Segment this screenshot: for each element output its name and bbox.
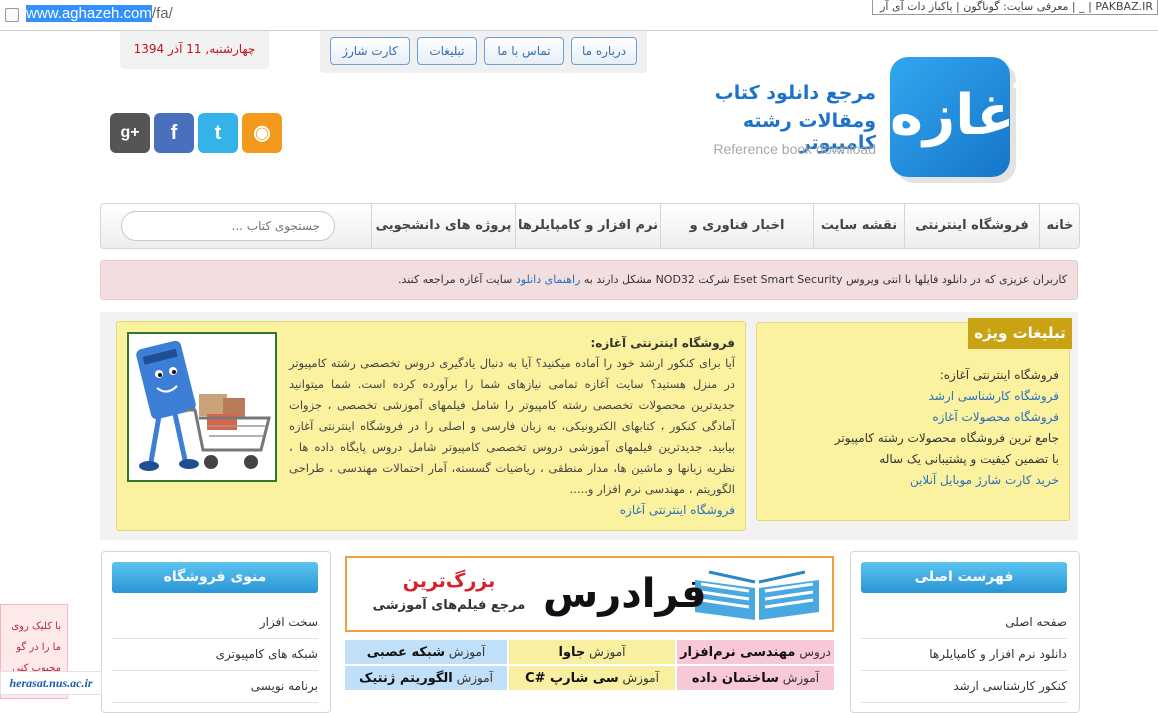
banner-line-1: بزرگ‌ترین — [402, 570, 496, 592]
course-link[interactable]: دروس مهندسی نرم‌افزار — [677, 640, 834, 664]
notice-text: کاربران عزیزی که در دانلود فایلها با انت… — [398, 273, 1067, 286]
course-link[interactable]: آموزش ساختمان داده — [677, 666, 834, 690]
ad-line-4: جامع ترین فروشگاه محصولات رشته کامپیوتر — [834, 431, 1059, 445]
url-text[interactable]: www.aghazeh.com/fa/ — [26, 5, 173, 22]
course-prefix: آموزش — [456, 671, 493, 685]
course-link[interactable]: آموزش شبکه عصبی — [345, 640, 507, 664]
nav-site-map[interactable]: نقشه سایت — [813, 204, 904, 248]
shop-cart-image[interactable] — [127, 332, 277, 482]
shop-menu-item-programming[interactable]: برنامه نویسی — [112, 670, 318, 703]
main-menu-item-software[interactable]: دانلود نرم افزار و کامپایلرها — [861, 638, 1067, 671]
main-menu-item-masters-exam[interactable]: کنکور کارشناسی ارشد — [861, 670, 1067, 703]
shop-menu-item-networks[interactable]: شبکه های کامپیوتری — [112, 638, 318, 671]
page-icon — [5, 8, 19, 22]
faradars-brand: فرادرس — [543, 571, 707, 617]
course-name: الگوریتم ژنتیک — [359, 671, 453, 686]
faradars-banner[interactable]: فرادرس بزرگ‌ترین مرجع فیلم‌های آموزشی — [345, 556, 834, 632]
notice-after: سایت آغازه مراجعه کنند. — [398, 273, 513, 286]
popup-line-1: با کلیک روی — [11, 621, 61, 632]
shop-description: آیا برای کنکور ارشد خود را آماده میکنید؟… — [289, 356, 735, 496]
main-menu-item-home[interactable]: صفحه اصلی — [861, 606, 1067, 639]
popup-line-2: ما را در گو — [16, 642, 61, 653]
shop-menu-item-hardware[interactable]: سخت افزار — [112, 606, 318, 639]
main-menu-heading: فهرست اصلی — [861, 562, 1067, 593]
course-name: شبکه عصبی — [366, 645, 445, 660]
banner-line-2: مرجع فیلم‌های آموزشی — [372, 598, 526, 613]
logo-text: آغازه — [890, 83, 1034, 148]
course-link[interactable]: آموزش جاوا — [509, 640, 675, 664]
course-link[interactable]: آموزش سی شارپ #C — [509, 666, 675, 690]
url-selected: www.aghazeh.com — [26, 5, 152, 22]
notice-before: کاربران عزیزی که در دانلود فایلها با انت… — [583, 273, 1067, 286]
url-path: /fa/ — [151, 5, 173, 22]
contact-us-button[interactable]: تماس با ما — [484, 37, 564, 65]
shop-menu-heading: منوی فروشگاه — [112, 562, 318, 593]
main-menu: فهرست اصلی صفحه اصلی دانلود نرم افزار و … — [850, 551, 1080, 713]
facebook-icon[interactable]: f — [154, 113, 194, 153]
special-ads-panel: فروشگاه اینترنتی آغازه: فروشگاه کارشناسی… — [756, 322, 1070, 521]
course-prefix: آموزش — [589, 645, 626, 659]
browser-address-bar[interactable]: www.aghazeh.com/fa/ PAKBAZ.IR | _ | معرف… — [0, 0, 1158, 31]
nav-online-shop[interactable]: فروشگاه اینترنتی — [904, 204, 1039, 248]
current-date: چهارشنبه, 11 آذر 1394 — [133, 42, 256, 56]
window-title: PAKBAZ.IR | _ | معرفی سایت: گوناگون | پا… — [872, 0, 1158, 15]
course-prefix: آموزش — [622, 671, 659, 685]
course-link[interactable]: آموزش الگوریتم ژنتیک — [345, 666, 507, 690]
tagline-line-1: مرجع دانلود کتاب — [714, 82, 876, 104]
watermark: herasat.nus.ac.ir — [0, 671, 102, 695]
rss-icon[interactable]: ◉ — [242, 113, 282, 153]
advertising-button[interactable]: تبلیغات — [417, 37, 477, 65]
date-box: چهارشنبه, 11 آذر 1394 — [120, 31, 269, 69]
nav-software[interactable]: نرم افزار و کامپایلرها — [515, 204, 660, 248]
book-logo-icon — [695, 570, 819, 620]
top-nav: درباره ما تماس با ما تبلیغات کارت شارژ — [320, 31, 647, 73]
course-name: ساختمان داده — [691, 671, 779, 686]
nav-tech-news[interactable]: اخبار فناوری و اطلاعات — [660, 204, 813, 277]
course-name: سی شارپ #C — [525, 671, 619, 686]
ad-link-masters-shop[interactable]: فروشگاه کارشناسی ارشد — [929, 389, 1059, 403]
site-logo[interactable]: آغازه — [890, 57, 1034, 177]
nav-student-projects[interactable]: پروژه های دانشجویی — [371, 204, 515, 248]
shop-promo-panel: فروشگاه اینترنتی آغازه: آیا برای کنکور ا… — [116, 321, 746, 531]
download-guide-link[interactable]: راهنمای دانلود — [516, 273, 581, 286]
nav-home[interactable]: خانه — [1039, 204, 1080, 248]
book-search-input[interactable] — [121, 211, 335, 241]
course-links-grid: دروس مهندسی نرم‌افزار آموزش جاوا آموزش ش… — [345, 640, 834, 700]
tagline-english: Reference book download — [713, 141, 876, 157]
course-prefix: آموزش — [448, 645, 486, 659]
course-prefix: آموزش — [782, 671, 820, 685]
shop-link[interactable]: فروشگاه اینترنتی آغازه — [620, 503, 735, 517]
about-us-button[interactable]: درباره ما — [571, 37, 637, 65]
ad-line-1: فروشگاه اینترنتی آغازه: — [939, 368, 1059, 382]
course-name: مهندسی نرم‌افزار — [680, 645, 796, 660]
shop-title: فروشگاه اینترنتی آغازه: — [590, 336, 735, 350]
ad-line-5: با تضمین کیفیت و پشتیبانی یک ساله — [879, 452, 1059, 466]
twitter-icon[interactable]: t — [198, 113, 238, 153]
course-name: جاوا — [558, 645, 586, 660]
shopping-cart-icon — [136, 340, 271, 471]
google-plus-icon[interactable]: g+ — [110, 113, 150, 153]
shop-menu: منوی فروشگاه سخت افزار شبکه های کامپیوتر… — [101, 551, 331, 713]
special-ads-heading: تبلیغات ویژه — [968, 318, 1072, 349]
ad-link-charge-card[interactable]: خرید کارت شارژ موبایل آنلاین — [910, 473, 1059, 487]
download-notice: کاربران عزیزی که در دانلود فایلها با انت… — [100, 260, 1078, 300]
charge-card-button[interactable]: کارت شارژ — [330, 37, 410, 65]
ad-link-products-shop[interactable]: فروشگاه محصولات آغازه — [932, 410, 1059, 424]
course-prefix: دروس — [799, 645, 831, 659]
